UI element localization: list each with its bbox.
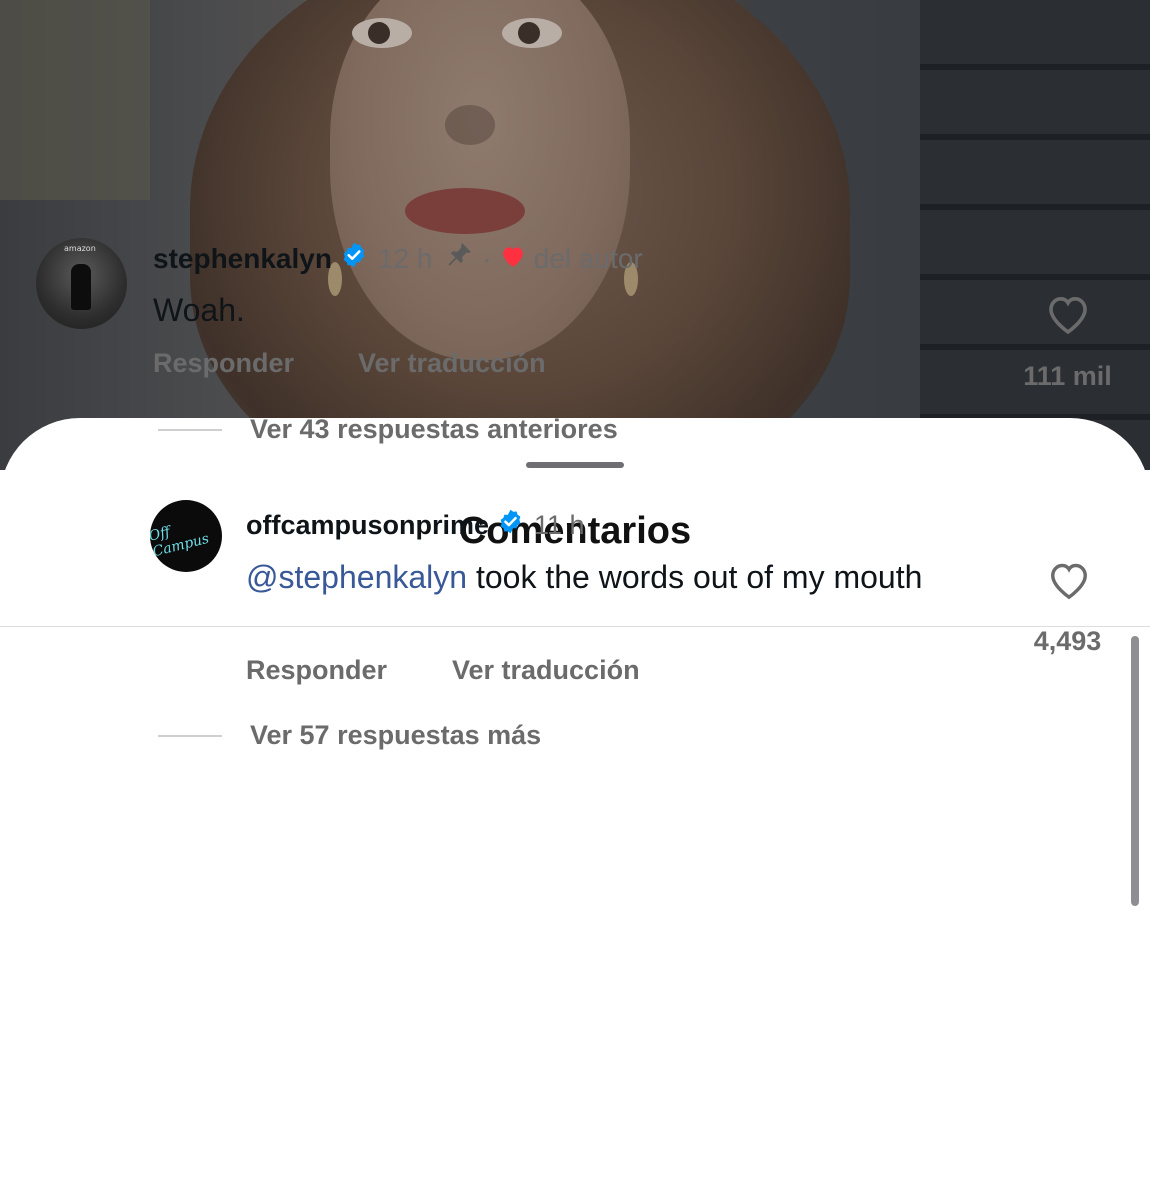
avatar-figure — [71, 264, 91, 310]
view-more-replies-label: Ver 57 respuestas más — [250, 720, 542, 750]
comment-header: stephenkalyn 12 h · del autor — [153, 240, 643, 277]
photo-eye — [352, 18, 412, 48]
comment-timestamp: 11 h — [534, 509, 585, 540]
divider — [0, 626, 1150, 627]
mention-link[interactable]: @stephenkalyn — [246, 559, 467, 595]
avatar[interactable]: amazon — [36, 238, 127, 329]
translate-button[interactable]: Ver traducción — [452, 655, 640, 686]
comment-body: took the words out of my mouth — [467, 559, 923, 595]
avatar-label: amazon — [64, 244, 96, 253]
photo-face — [330, 0, 630, 360]
sheet-grabber-handle[interactable] — [526, 462, 624, 468]
verified-badge-icon — [340, 241, 368, 276]
heart-outline-icon[interactable] — [1046, 559, 1092, 606]
reply-thread-line — [158, 734, 222, 737]
photo-nose — [445, 105, 495, 145]
reply-button[interactable]: Responder — [246, 655, 387, 686]
reply-thread-line — [158, 428, 222, 431]
comment-timestamp: 12 h — [377, 242, 433, 274]
view-more-replies-label: Ver 43 respuestas anteriores — [250, 414, 618, 444]
separator-dot: · — [482, 242, 492, 274]
comment-text: Woah. — [153, 292, 245, 328]
avatar[interactable]: Off Campus — [150, 500, 222, 572]
author-like-label: del autor — [533, 242, 643, 274]
post-background-photo — [0, 0, 1150, 470]
view-more-replies-button[interactable]: Ver 57 respuestas más — [158, 720, 541, 751]
photo-eye — [502, 18, 562, 48]
background-window — [920, 0, 1150, 470]
comment-text: @stephenkalyn took the words out of my m… — [246, 557, 966, 598]
username[interactable]: offcampusonprime — [246, 510, 489, 541]
photo-lips — [405, 188, 525, 234]
scrollbar[interactable] — [1131, 636, 1139, 906]
background-wall — [0, 0, 150, 200]
heart-outline-icon[interactable] — [1044, 292, 1092, 341]
like-count: 4,493 — [1033, 626, 1102, 656]
avatar-logo: Off Campus — [150, 524, 211, 561]
username[interactable]: stephenkalyn — [153, 243, 332, 275]
red-heart-icon — [500, 243, 526, 275]
verified-badge-icon — [497, 508, 524, 542]
translate-button[interactable]: Ver traducción — [358, 348, 546, 379]
comment-header: offcampusonprime 11 h — [246, 508, 585, 542]
like-count: 111 mil — [1023, 361, 1112, 391]
reply-button[interactable]: Responder — [153, 348, 294, 379]
pin-icon — [444, 240, 474, 277]
view-more-replies-button[interactable]: Ver 43 respuestas anteriores — [158, 414, 618, 445]
